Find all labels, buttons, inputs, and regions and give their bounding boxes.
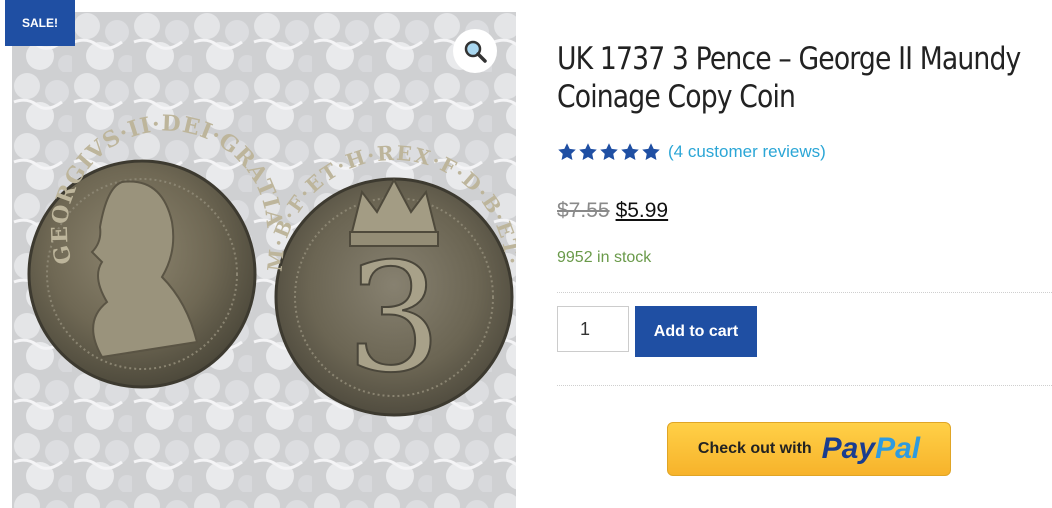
star-icon bbox=[579, 143, 597, 160]
zoom-button[interactable] bbox=[453, 29, 497, 73]
paypal-label: Check out with bbox=[697, 440, 812, 457]
star-icon bbox=[600, 143, 618, 160]
product-rating: (4 customer reviews) bbox=[557, 142, 826, 162]
divider bbox=[557, 292, 1052, 293]
product-image[interactable]: GEORGIVS·II·DEI·GRATIA 3 M·B·F·ET·H·REX·… bbox=[12, 12, 516, 508]
right-coin-numeral: 3 bbox=[346, 232, 441, 406]
reviews-link[interactable]: (4 customer reviews) bbox=[668, 142, 826, 162]
price-original: $7.55 bbox=[557, 199, 610, 222]
magnifier-icon bbox=[464, 40, 487, 63]
star-icon bbox=[621, 143, 639, 160]
product-gallery[interactable]: GEORGIVS·II·DEI·GRATIA 3 M·B·F·ET·H·REX·… bbox=[12, 12, 516, 508]
star-icon bbox=[558, 143, 576, 160]
stock-status: 9952 in stock bbox=[557, 249, 652, 266]
paypal-logo: PayPal bbox=[821, 432, 921, 465]
product-price: $7.55 $5.99 bbox=[557, 199, 668, 223]
add-to-cart-button[interactable]: Add to cart bbox=[635, 306, 757, 357]
price-sale: $5.99 bbox=[615, 199, 669, 222]
divider bbox=[557, 385, 1052, 386]
product-title: UK 1737 3 Pence – George II Maundy Coina… bbox=[557, 41, 1021, 115]
quantity-input[interactable] bbox=[557, 306, 629, 352]
star-rating bbox=[557, 142, 661, 162]
star-icon bbox=[642, 143, 660, 160]
paypal-checkout-button[interactable]: Check out with PayPal bbox=[667, 422, 951, 476]
sale-badge: SALE! bbox=[5, 0, 75, 46]
